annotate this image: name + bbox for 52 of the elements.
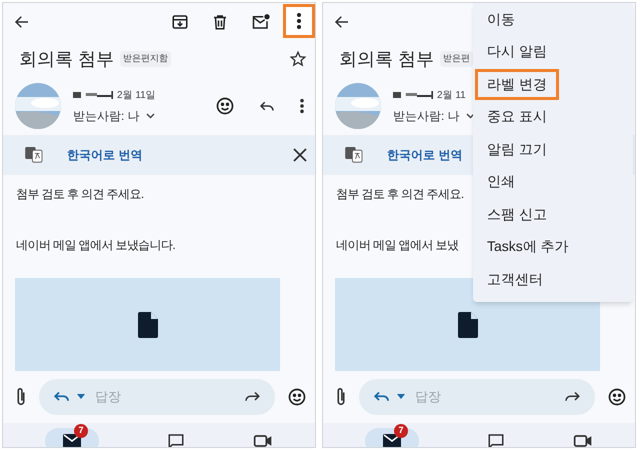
more-icon[interactable]: [299, 98, 305, 114]
more-button[interactable]: [283, 4, 315, 38]
more-icon: [296, 12, 302, 30]
caret-icon[interactable]: [77, 394, 85, 400]
redacted-name-mark: [393, 91, 433, 99]
menu-item[interactable]: Tasks에 추가: [475, 231, 581, 262]
menu-item[interactable]: 라벨 변경: [475, 68, 559, 100]
email-date: 2월 11일: [117, 88, 156, 102]
star-icon[interactable]: [289, 50, 307, 68]
delete-icon[interactable]: [211, 13, 229, 31]
emoji-icon[interactable]: [607, 387, 627, 407]
emoji-icon[interactable]: [215, 96, 235, 116]
mail-dot-icon[interactable]: [251, 13, 271, 31]
email-subject: 회의록 첨부: [339, 48, 434, 70]
body-text: 첨부 검토 후 의견 주세요.: [16, 186, 144, 203]
chevron-down-icon[interactable]: [146, 112, 155, 118]
attach-icon[interactable]: [335, 387, 347, 407]
close-icon[interactable]: [293, 148, 307, 162]
chevron-down-icon[interactable]: [466, 112, 475, 118]
video-icon[interactable]: [253, 433, 273, 447]
menu-item[interactable]: 이동: [475, 4, 527, 35]
translate-icon: [345, 147, 363, 163]
menu-item[interactable]: 스팸 신고: [475, 198, 559, 230]
translate-link[interactable]: 한국어로 번역: [67, 146, 142, 164]
translate-link[interactable]: 한국어로 번역: [387, 146, 462, 164]
recipient-text: 받는사람: 나: [73, 108, 140, 124]
redacted-name-mark: [73, 91, 113, 99]
menu-item[interactable]: 알림 끄기: [475, 134, 559, 165]
menu-item[interactable]: 다시 알림: [475, 36, 559, 68]
body-text: 첨부 검토 후 의견 주세요.: [336, 186, 464, 203]
recipient-text: 받는사람: 나: [393, 108, 460, 124]
chat-icon[interactable]: [487, 432, 505, 447]
email-subject: 회의록 첨부: [19, 48, 114, 70]
archive-icon[interactable]: [171, 13, 189, 31]
email-date: 2월 11: [437, 88, 466, 102]
menu-item[interactable]: 고객센터: [475, 264, 555, 295]
document-icon: [138, 312, 158, 338]
document-icon: [458, 312, 478, 338]
chat-icon[interactable]: [167, 432, 185, 447]
video-icon[interactable]: [573, 433, 593, 447]
menu-item[interactable]: 중요 표시: [475, 101, 559, 132]
emoji-icon[interactable]: [287, 387, 307, 407]
unread-badge: 7: [394, 424, 408, 438]
caret-icon[interactable]: [397, 394, 405, 400]
menu-item[interactable]: 인쇄: [475, 166, 527, 198]
body-text: 네이버 메일 앱에서 보냈습니다.: [16, 237, 176, 254]
translate-icon: [25, 147, 43, 163]
body-text: 네이버 메일 앱에서 보냈: [336, 237, 458, 254]
label-chip: 받은편: [440, 51, 474, 67]
attach-icon[interactable]: [15, 387, 27, 407]
label-chip: 받은편지함: [120, 51, 172, 67]
unread-badge: 7: [74, 424, 88, 438]
